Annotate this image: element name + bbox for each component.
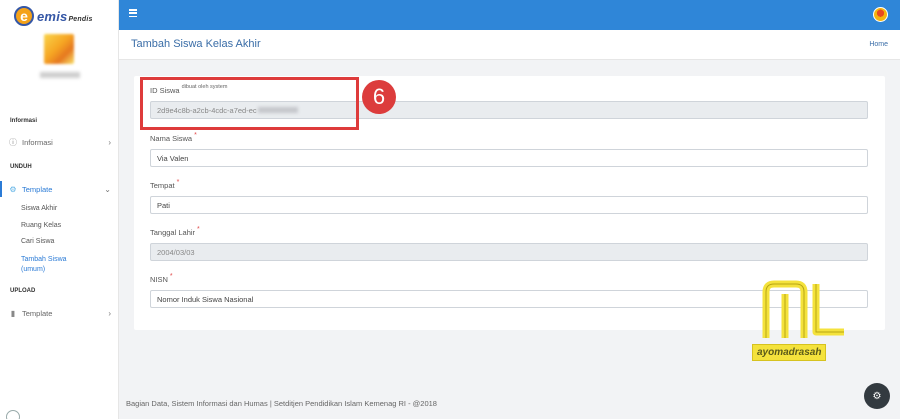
annotation-highlight-box — [140, 77, 359, 130]
hamburger-menu-icon[interactable] — [129, 9, 137, 17]
breadcrumb-home[interactable]: Home — [869, 41, 888, 48]
sidebar-subitem-ruang-kelas[interactable]: Ruang Kelas — [21, 222, 61, 229]
watermark-text: ayomadrasah — [752, 344, 827, 361]
sidebar: e emisPendis Informasi ⓘ Informasi › UND… — [0, 0, 119, 419]
top-navbar — [119, 0, 900, 30]
logo-subtext: Pendis — [68, 15, 93, 23]
settings-fab-button[interactable]: ⚙ — [864, 383, 890, 409]
sidebar-item-template-upload[interactable]: ▮ Template › — [0, 305, 118, 321]
user-avatar[interactable] — [44, 34, 74, 64]
logo-emblem-icon: e — [14, 6, 34, 26]
nama-siswa-input[interactable]: Via Valen — [150, 149, 868, 167]
chevron-right-icon: › — [108, 308, 111, 318]
user-name-blurred — [40, 72, 80, 78]
app-logo[interactable]: e emisPendis — [14, 6, 93, 26]
sidebar-item-label: Informasi — [22, 137, 53, 147]
file-icon: ▮ — [10, 308, 16, 318]
section-informasi: Informasi — [10, 118, 38, 124]
sidebar-item-label: Template — [22, 184, 53, 194]
section-upload: UPLOAD — [10, 288, 36, 294]
sidebar-subitem-tambah-siswa[interactable]: Tambah Siswa (umum) — [21, 255, 81, 275]
tempat-label: Tempat * — [150, 179, 180, 190]
tempat-input[interactable]: Pati — [150, 196, 868, 214]
settings-corner-icon — [6, 410, 20, 419]
sidebar-subitem-siswa-akhir[interactable]: Siswa Akhir — [21, 205, 57, 212]
info-circle-icon: ⓘ — [9, 137, 17, 147]
profile-avatar[interactable] — [873, 7, 888, 22]
step-number-badge: 6 — [362, 80, 396, 114]
sidebar-item-template-unduh[interactable]: ⚙ Template ⌄ — [0, 181, 118, 197]
watermark-logo: ayomadrasah — [752, 280, 854, 370]
sidebar-item-informasi[interactable]: ⓘ Informasi › — [0, 134, 118, 150]
chevron-down-icon: ⌄ — [104, 184, 111, 194]
watermark-letters-icon — [762, 280, 844, 338]
tanggal-lahir-input[interactable]: 2004/03/03 — [150, 243, 868, 261]
gear-icon: ⚙ — [872, 390, 882, 402]
footer-text: Bagian Data, Sistem Informasi dan Humas … — [126, 399, 437, 408]
chevron-right-icon: › — [108, 137, 111, 147]
sidebar-subitem-cari-siswa[interactable]: Cari Siswa — [21, 238, 54, 245]
field-tempat: Tempat * Pati — [150, 179, 868, 214]
sidebar-item-label: Template — [22, 308, 53, 318]
field-nama-siswa: Nama Siswa * Via Valen — [150, 132, 868, 167]
page-header: Tambah Siswa Kelas Akhir Home — [119, 30, 900, 60]
page-title: Tambah Siswa Kelas Akhir — [131, 38, 261, 50]
nama-siswa-label: Nama Siswa * — [150, 132, 197, 143]
tanggal-lahir-label: Tanggal Lahir * — [150, 226, 200, 237]
gear-icon: ⚙ — [9, 184, 17, 194]
section-unduh: UNDUH — [10, 164, 32, 170]
field-tanggal-lahir: Tanggal Lahir * 2004/03/03 — [150, 226, 868, 261]
logo-text: emisPendis — [37, 8, 93, 24]
